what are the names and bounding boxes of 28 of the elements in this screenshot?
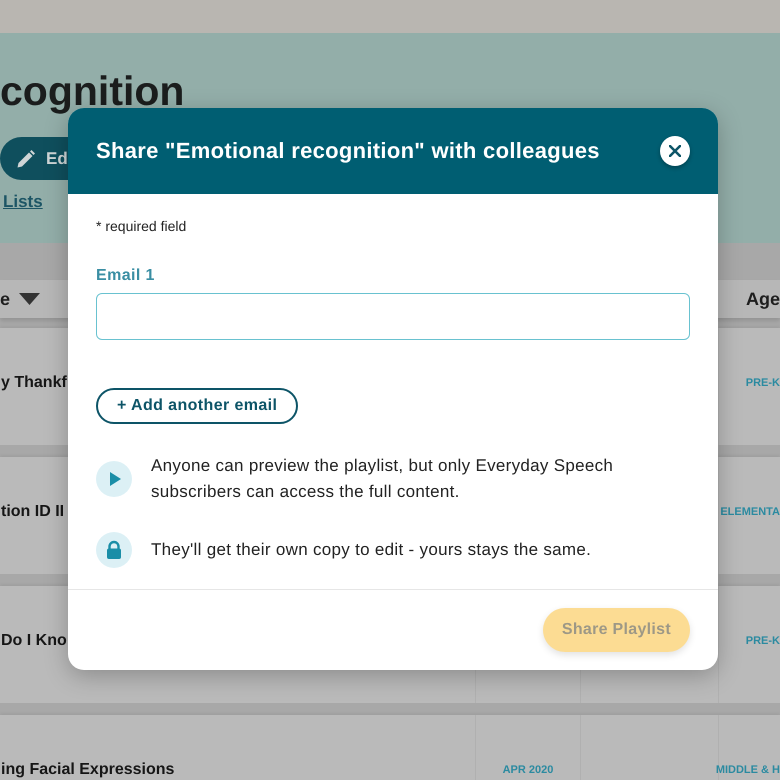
close-button[interactable] xyxy=(660,136,690,166)
lock-icon xyxy=(96,532,132,568)
page-title: cognition xyxy=(0,67,184,116)
row-title: ing Facial Expressions xyxy=(0,761,174,779)
age-label: MIDDLE & H xyxy=(716,763,780,778)
required-note: * required field xyxy=(96,218,186,234)
email-input[interactable] xyxy=(96,293,690,340)
table-row[interactable]: ing Facial Expressions APR 2020 MIDDLE & H xyxy=(0,715,780,780)
info-text: They'll get their own copy to edit - yours stays the same. xyxy=(151,539,592,561)
play-icon xyxy=(96,461,132,497)
field-label: Email 1 xyxy=(96,266,155,286)
add-email-button[interactable]: + Add another email xyxy=(96,388,298,424)
caret-down-icon[interactable] xyxy=(19,293,40,305)
row-title: y Thankf xyxy=(0,374,67,392)
column-header[interactable]: e xyxy=(0,288,10,310)
row-title: tion ID II xyxy=(0,503,64,521)
edit-button[interactable]: Ed xyxy=(0,137,68,180)
age-label: ELEMENTA xyxy=(720,505,780,520)
row-title: Do I Kno xyxy=(0,632,67,650)
info-text: Anyone can preview the playlist, but only Everyday Speech subscribers can access the full content. xyxy=(151,455,614,503)
lists-link[interactable]: Lists xyxy=(0,192,43,212)
date-label: APR 2020 xyxy=(502,763,554,778)
column-header[interactable]: Age xyxy=(746,288,780,310)
age-label: PRE-K xyxy=(746,376,780,391)
pencil-icon xyxy=(17,150,35,168)
dialog-title: Share "Emotional recognition" with colleagues xyxy=(96,138,600,164)
age-label: PRE-K xyxy=(746,634,780,649)
close-icon xyxy=(669,145,681,157)
